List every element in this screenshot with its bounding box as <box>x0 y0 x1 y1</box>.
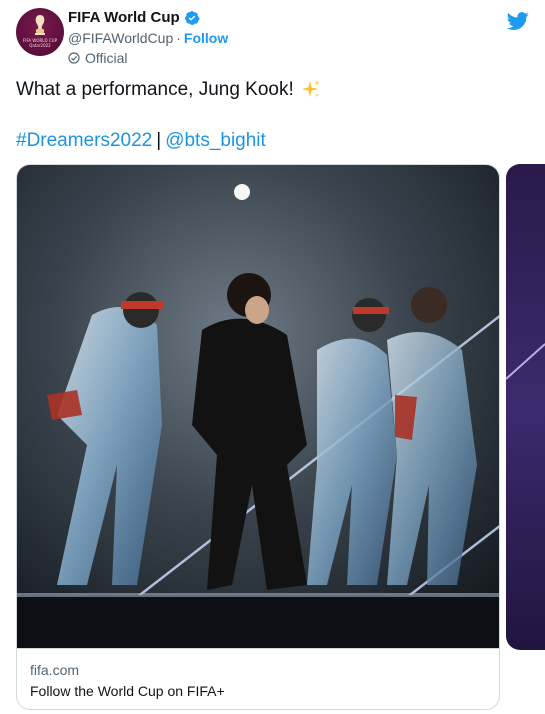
official-label-row: Official <box>68 50 128 66</box>
hashtag-link[interactable]: #Dreamers2022 <box>16 130 152 151</box>
next-card-preview[interactable] <box>506 164 545 650</box>
verified-badge-icon <box>184 10 200 25</box>
display-name[interactable]: FIFA World Cup <box>68 9 180 26</box>
avatar[interactable]: FIFA WORLD CUP Qatar2022 <box>16 8 64 56</box>
trophy-icon <box>35 15 45 35</box>
tweet-embed: FIFA WORLD CUP Qatar2022 FIFA World Cup @… <box>0 0 545 714</box>
follow-button[interactable]: Follow <box>184 30 228 46</box>
card-title: Follow the World Cup on FIFA+ <box>30 683 225 699</box>
sparkles-icon <box>301 80 320 98</box>
name-row: FIFA World Cup <box>68 9 200 26</box>
twitter-bird-icon[interactable] <box>507 10 529 32</box>
card-footer[interactable]: fifa.com Follow the World Cup on FIFA+ <box>17 648 499 709</box>
tag-separator: | <box>156 130 162 151</box>
tweet-tags: #Dreamers2022 | @bts_bighit <box>16 130 266 152</box>
tweet-text-body: What a performance, Jung Kook! <box>16 79 294 100</box>
avatar-logo-text: FIFA WORLD CUP Qatar2022 <box>22 38 58 48</box>
official-label: Official <box>85 50 128 66</box>
handle-separator: · <box>176 30 181 46</box>
performance-photo[interactable] <box>17 165 500 648</box>
card-domain: fifa.com <box>30 662 80 678</box>
tweet-text: What a performance, Jung Kook! <box>16 79 322 101</box>
handle[interactable]: @FIFAWorldCup <box>68 30 173 46</box>
mention-link[interactable]: @bts_bighit <box>165 130 266 151</box>
circle-check-icon <box>68 52 80 64</box>
link-card[interactable]: fifa.com Follow the World Cup on FIFA+ <box>16 164 500 710</box>
handle-row: @FIFAWorldCup · Follow <box>68 30 228 46</box>
